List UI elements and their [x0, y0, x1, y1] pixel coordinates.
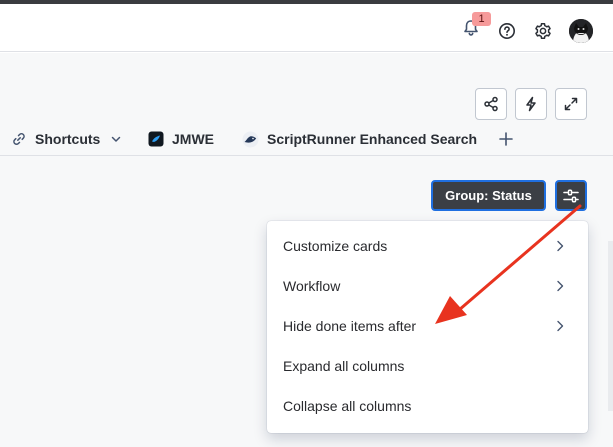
- page: 1 Shortcuts JMWE ScriptRunner Enhanced S…: [0, 0, 613, 447]
- annotation-arrow: [435, 204, 582, 324]
